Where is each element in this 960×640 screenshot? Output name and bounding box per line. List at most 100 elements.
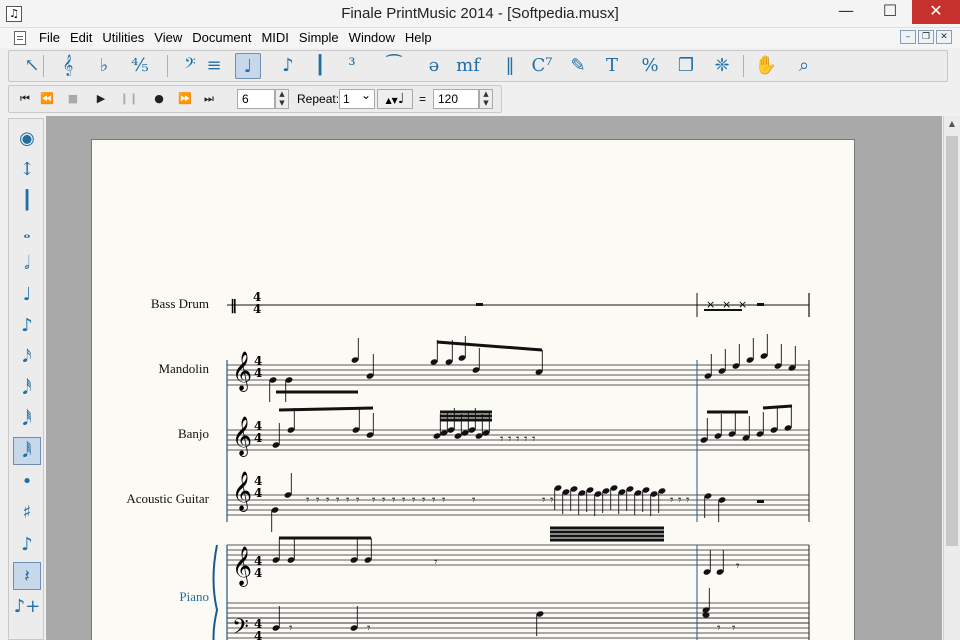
- selection-tool-icon[interactable]: ↖: [19, 53, 45, 79]
- tempo-field[interactable]: 120: [433, 89, 479, 109]
- zoom-tool-icon[interactable]: ⌕: [791, 53, 817, 79]
- simple-entry-palette: ◉ ↕ ┃ 𝅝 𝅗𝅥 ♩ ♪ 𝅘𝅥𝅯 𝅘𝅥𝅰 𝅘𝅥𝅱 𝅘𝅥𝅲 • ♯ ♪ 𝄽 ♪+: [8, 118, 44, 640]
- tempo-stepper[interactable]: ▲ ▼: [479, 89, 493, 109]
- sixty-fourth-note-icon[interactable]: 𝅘𝅥𝅱: [13, 406, 41, 434]
- menu-view[interactable]: View: [149, 30, 187, 46]
- rest-icon[interactable]: 𝄽: [13, 561, 41, 590]
- quarter-note-icon[interactable]: ♩: [13, 281, 41, 309]
- menu-items: File Edit Utilities View Document MIDI S…: [34, 30, 437, 46]
- time-signature-bottom: 4: [254, 431, 262, 445]
- sharp-icon[interactable]: ♯: [13, 499, 41, 527]
- pause-button[interactable]: ❙❙: [119, 89, 139, 109]
- triplet-tool-icon[interactable]: ³: [339, 53, 365, 79]
- time-signature-tool-icon[interactable]: ⅘: [127, 53, 153, 79]
- skip-to-end-button[interactable]: ⏭: [199, 89, 219, 109]
- menu-document[interactable]: Document: [187, 30, 256, 46]
- menu-simple[interactable]: Simple: [294, 30, 344, 46]
- eraser-icon[interactable]: ◉: [13, 125, 41, 153]
- eighth-rest: 𝄾: [402, 493, 406, 508]
- minimize-button[interactable]: —: [824, 0, 868, 24]
- thirty-second-note-icon[interactable]: 𝅘𝅥𝅰: [13, 375, 41, 403]
- eighth-rest: 𝄾: [472, 493, 476, 508]
- half-rest: [757, 500, 764, 503]
- title-bar: ♫ Finale PrintMusic 2014 - [Softpedia.mu…: [0, 0, 960, 28]
- add-note-icon[interactable]: ♪+: [13, 593, 41, 621]
- doc-minimize-button[interactable]: –: [900, 30, 916, 44]
- text-tool-icon[interactable]: T: [599, 53, 625, 79]
- graphics-tool-icon[interactable]: ❈: [709, 53, 735, 79]
- percussion-clef: ‖: [230, 298, 237, 314]
- tuplet-tool-icon[interactable]: ┃: [307, 53, 333, 79]
- score-page: Bass Drum Mandolin Banjo Acoustic Guitar…: [91, 139, 855, 640]
- close-button[interactable]: ✕: [912, 0, 960, 24]
- eighth-note-icon[interactable]: ♪: [13, 312, 41, 340]
- eighth-rest: 𝄾: [432, 493, 436, 508]
- eighth-rest: 𝄾: [717, 621, 721, 636]
- key-signature-tool-icon[interactable]: ♭: [91, 53, 117, 79]
- speedy-entry-tool-icon[interactable]: ♪: [275, 53, 301, 79]
- eighth-rest: 𝄾: [686, 493, 690, 508]
- eighth-rest: 𝄾: [500, 432, 504, 447]
- bass-clef: 𝄢: [232, 615, 249, 640]
- scroll-up-arrow[interactable]: ▲: [944, 116, 960, 132]
- equals-label: =: [419, 92, 427, 106]
- menu-utilities[interactable]: Utilities: [97, 30, 149, 46]
- rewind-to-start-button[interactable]: ⏮: [15, 89, 35, 109]
- eighth-rest: 𝄾: [346, 493, 350, 508]
- half-note-icon[interactable]: 𝅗𝅥: [13, 250, 41, 278]
- record-button[interactable]: ●: [149, 89, 169, 109]
- tilt-mode-icon[interactable]: ↕: [13, 156, 41, 184]
- toolbar-separator: [743, 55, 744, 77]
- document-area[interactable]: Bass Drum Mandolin Banjo Acoustic Guitar…: [46, 116, 942, 640]
- eighth-rest: 𝄾: [326, 493, 330, 508]
- maximize-button[interactable]: ☐: [868, 0, 912, 24]
- expression-tool-icon[interactable]: mf: [455, 53, 481, 79]
- beam: [436, 340, 543, 352]
- lyrics-tool-icon[interactable]: ✎: [565, 53, 591, 79]
- measure-tool-icon[interactable]: ≡: [201, 53, 227, 79]
- play-button[interactable]: ▶: [91, 89, 111, 109]
- menu-window[interactable]: Window: [344, 30, 400, 46]
- page-layout-tool-icon[interactable]: ❐: [673, 53, 699, 79]
- doc-close-button[interactable]: ✕: [936, 30, 952, 44]
- scroll-thumb[interactable]: [946, 136, 958, 546]
- tempo-note-button[interactable]: ▲▼♩: [377, 89, 413, 109]
- menu-file[interactable]: File: [34, 30, 65, 46]
- eighth-rest: 𝄾: [392, 493, 396, 508]
- treble-clef: 𝄞: [232, 471, 252, 512]
- time-signature-bottom: 4: [254, 629, 262, 640]
- staff-tool-icon[interactable]: 𝄞: [55, 53, 81, 79]
- eighth-rest: 𝄾: [516, 432, 520, 447]
- rewind-button[interactable]: ⏪: [37, 89, 57, 109]
- repeat-tool-icon[interactable]: ‖: [497, 53, 523, 79]
- one-twenty-eighth-note-icon[interactable]: 𝅘𝅥𝅲: [13, 437, 41, 465]
- tuplet-palette-icon[interactable]: ┃: [13, 187, 41, 215]
- dot-icon[interactable]: •: [13, 468, 41, 496]
- measure-stepper[interactable]: ▲ ▼: [275, 89, 289, 109]
- stop-button[interactable]: ■: [63, 89, 83, 109]
- grace-note-icon[interactable]: ♪: [13, 531, 41, 559]
- sixteenth-note-icon[interactable]: 𝅘𝅥𝅯: [13, 343, 41, 371]
- fast-forward-button[interactable]: ⏩: [175, 89, 195, 109]
- doc-restore-button[interactable]: ❐: [918, 30, 934, 44]
- repeat-select[interactable]: 1: [339, 86, 375, 109]
- eighth-rest: 𝄾: [306, 493, 310, 508]
- clef-tool-icon[interactable]: 𝄢: [177, 53, 203, 79]
- articulation-tool-icon[interactable]: ə: [421, 53, 447, 79]
- menu-edit[interactable]: Edit: [65, 30, 97, 46]
- chord-tool-icon[interactable]: C⁷: [529, 53, 555, 79]
- resize-tool-icon[interactable]: %: [637, 53, 663, 79]
- main-tool-palette: ↖ 𝄞 ♭ ⅘ 𝄢 ≡ ♩ ♪ ┃ ³ ⁀ ə mf ‖ C⁷ ✎ T% ❐ ❈ ✋ ⌕: [8, 50, 948, 82]
- vertical-scrollbar[interactable]: ▲: [943, 116, 960, 640]
- whole-note-icon[interactable]: 𝅝: [13, 219, 41, 247]
- measure-field[interactable]: 6: [237, 89, 275, 109]
- score-notation[interactable]: ‖44 × × ×𝄞𝄞𝄞𝄞𝄢4444444444𝄾 𝄾 𝄾 𝄾 𝄾𝄾 𝄾 𝄾 𝄾 𝄾 𝄾 𝄾 𝄾 𝄾 𝄾 𝄾 𝄾 𝄾 𝄾…: [92, 140, 856, 640]
- document-icon[interactable]: [14, 31, 26, 45]
- smart-shape-tool-icon[interactable]: ⁀: [381, 53, 407, 79]
- hand-grabber-tool-icon[interactable]: ✋: [753, 53, 779, 79]
- time-signature-bottom: 4: [254, 486, 262, 500]
- menu-help[interactable]: Help: [400, 30, 437, 46]
- simple-entry-tool-icon[interactable]: ♩: [235, 53, 261, 79]
- menu-midi[interactable]: MIDI: [256, 30, 293, 46]
- eighth-rest: 𝄾: [336, 493, 340, 508]
